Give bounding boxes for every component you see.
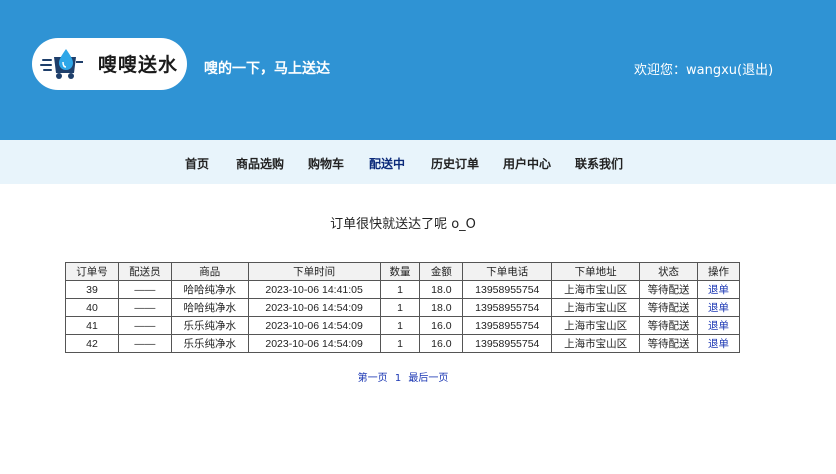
table-row: 42 —— 乐乐纯净水 2023-10-06 14:54:09 1 16.0 1…	[65, 334, 740, 353]
table-header-row: 订单号 配送员 商品 下单时间 数量 金额 下单电话 下单地址 状态 操作	[65, 262, 740, 281]
site-header: 嗖嗖送水 嗖的一下，马上送达 欢迎您：wangxu(退出)	[0, 0, 836, 140]
nav-item-cart[interactable]: 购物车	[308, 155, 344, 172]
first-page-link[interactable]: 第一页	[358, 373, 388, 384]
cancel-order-link[interactable]: 退单	[708, 302, 729, 314]
action-cell: 退单	[697, 298, 740, 317]
order-time: 2023-10-06 14:54:09	[247, 316, 381, 335]
cancel-order-link[interactable]: 退单	[708, 338, 729, 350]
main-nav: 首页 商品选购 购物车 配送中 历史订单 用户中心 联系我们	[0, 140, 836, 184]
brand-logo[interactable]: 嗖嗖送水	[32, 38, 187, 90]
quantity: 1	[379, 280, 421, 299]
order-id: 39	[65, 280, 119, 299]
col-phone: 下单电话	[462, 262, 553, 281]
nav-item-user-center[interactable]: 用户中心	[503, 155, 551, 172]
status: 等待配送	[639, 280, 699, 299]
address: 上海市宝山区	[551, 334, 641, 353]
order-id: 40	[65, 298, 119, 317]
amount: 18.0	[419, 298, 464, 317]
quantity: 1	[379, 334, 421, 353]
order-time: 2023-10-06 14:54:09	[247, 334, 381, 353]
col-quantity: 数量	[379, 262, 421, 281]
cancel-order-link[interactable]: 退单	[708, 284, 729, 296]
col-order-time: 下单时间	[247, 262, 381, 281]
col-amount: 金额	[419, 262, 464, 281]
order-time: 2023-10-06 14:54:09	[247, 298, 381, 317]
action-cell: 退单	[697, 280, 740, 299]
amount: 16.0	[419, 334, 464, 353]
status: 等待配送	[639, 298, 699, 317]
status: 等待配送	[639, 316, 699, 335]
col-status: 状态	[639, 262, 699, 281]
phone: 13958955754	[462, 334, 553, 353]
quantity: 1	[379, 298, 421, 317]
delivery-notice: 订单很快就送达了呢 o_O	[330, 217, 476, 232]
col-order-id: 订单号	[65, 262, 119, 281]
col-courier: 配送员	[117, 262, 172, 281]
courier: ——	[117, 280, 172, 299]
col-action: 操作	[697, 262, 740, 281]
order-id: 41	[65, 316, 119, 335]
welcome-prefix: 欢迎您：	[634, 63, 687, 78]
nav-item-home[interactable]: 首页	[185, 155, 209, 172]
brand-name: 嗖嗖送水	[98, 54, 179, 76]
product: 乐乐纯净水	[170, 334, 249, 353]
site-slogan: 嗖的一下，马上送达	[204, 61, 330, 77]
product: 哈哈纯净水	[170, 280, 249, 299]
pagination: 第一页 1 最后一页	[0, 369, 806, 384]
nav-item-history[interactable]: 历史订单	[431, 155, 479, 172]
table-row: 39 —— 哈哈纯净水 2023-10-06 14:41:05 1 18.0 1…	[65, 280, 740, 299]
welcome-text: 欢迎您：wangxu(退出)	[634, 59, 773, 78]
phone: 13958955754	[462, 316, 553, 335]
product: 乐乐纯净水	[170, 316, 249, 335]
action-cell: 退单	[697, 334, 740, 353]
water-delivery-truck-icon	[40, 49, 83, 79]
last-page-link[interactable]: 最后一页	[408, 373, 448, 384]
status: 等待配送	[639, 334, 699, 353]
col-product: 商品	[170, 262, 249, 281]
phone: 13958955754	[462, 298, 553, 317]
nav-item-delivering[interactable]: 配送中	[369, 155, 405, 172]
address: 上海市宝山区	[551, 316, 641, 335]
table-row: 40 —— 哈哈纯净水 2023-10-06 14:54:09 1 18.0 1…	[65, 298, 740, 317]
current-page[interactable]: 1	[395, 373, 401, 384]
table-row: 41 —— 乐乐纯净水 2023-10-06 14:54:09 1 16.0 1…	[65, 316, 740, 335]
username-link[interactable]: wangxu	[686, 63, 737, 78]
courier: ——	[117, 316, 172, 335]
action-cell: 退单	[697, 316, 740, 335]
order-time: 2023-10-06 14:41:05	[247, 280, 381, 299]
col-address: 下单地址	[551, 262, 641, 281]
amount: 18.0	[419, 280, 464, 299]
address: 上海市宝山区	[551, 280, 641, 299]
product: 哈哈纯净水	[170, 298, 249, 317]
order-id: 42	[65, 334, 119, 353]
quantity: 1	[379, 316, 421, 335]
courier: ——	[117, 298, 172, 317]
nav-item-contact[interactable]: 联系我们	[575, 155, 623, 172]
logout-link[interactable]: (退出)	[737, 63, 773, 78]
phone: 13958955754	[462, 280, 553, 299]
address: 上海市宝山区	[551, 298, 641, 317]
orders-table: 订单号 配送员 商品 下单时间 数量 金额 下单电话 下单地址 状态 操作 39…	[65, 262, 740, 353]
amount: 16.0	[419, 316, 464, 335]
cancel-order-link[interactable]: 退单	[708, 320, 729, 332]
nav-item-shop[interactable]: 商品选购	[236, 155, 284, 172]
courier: ——	[117, 334, 172, 353]
